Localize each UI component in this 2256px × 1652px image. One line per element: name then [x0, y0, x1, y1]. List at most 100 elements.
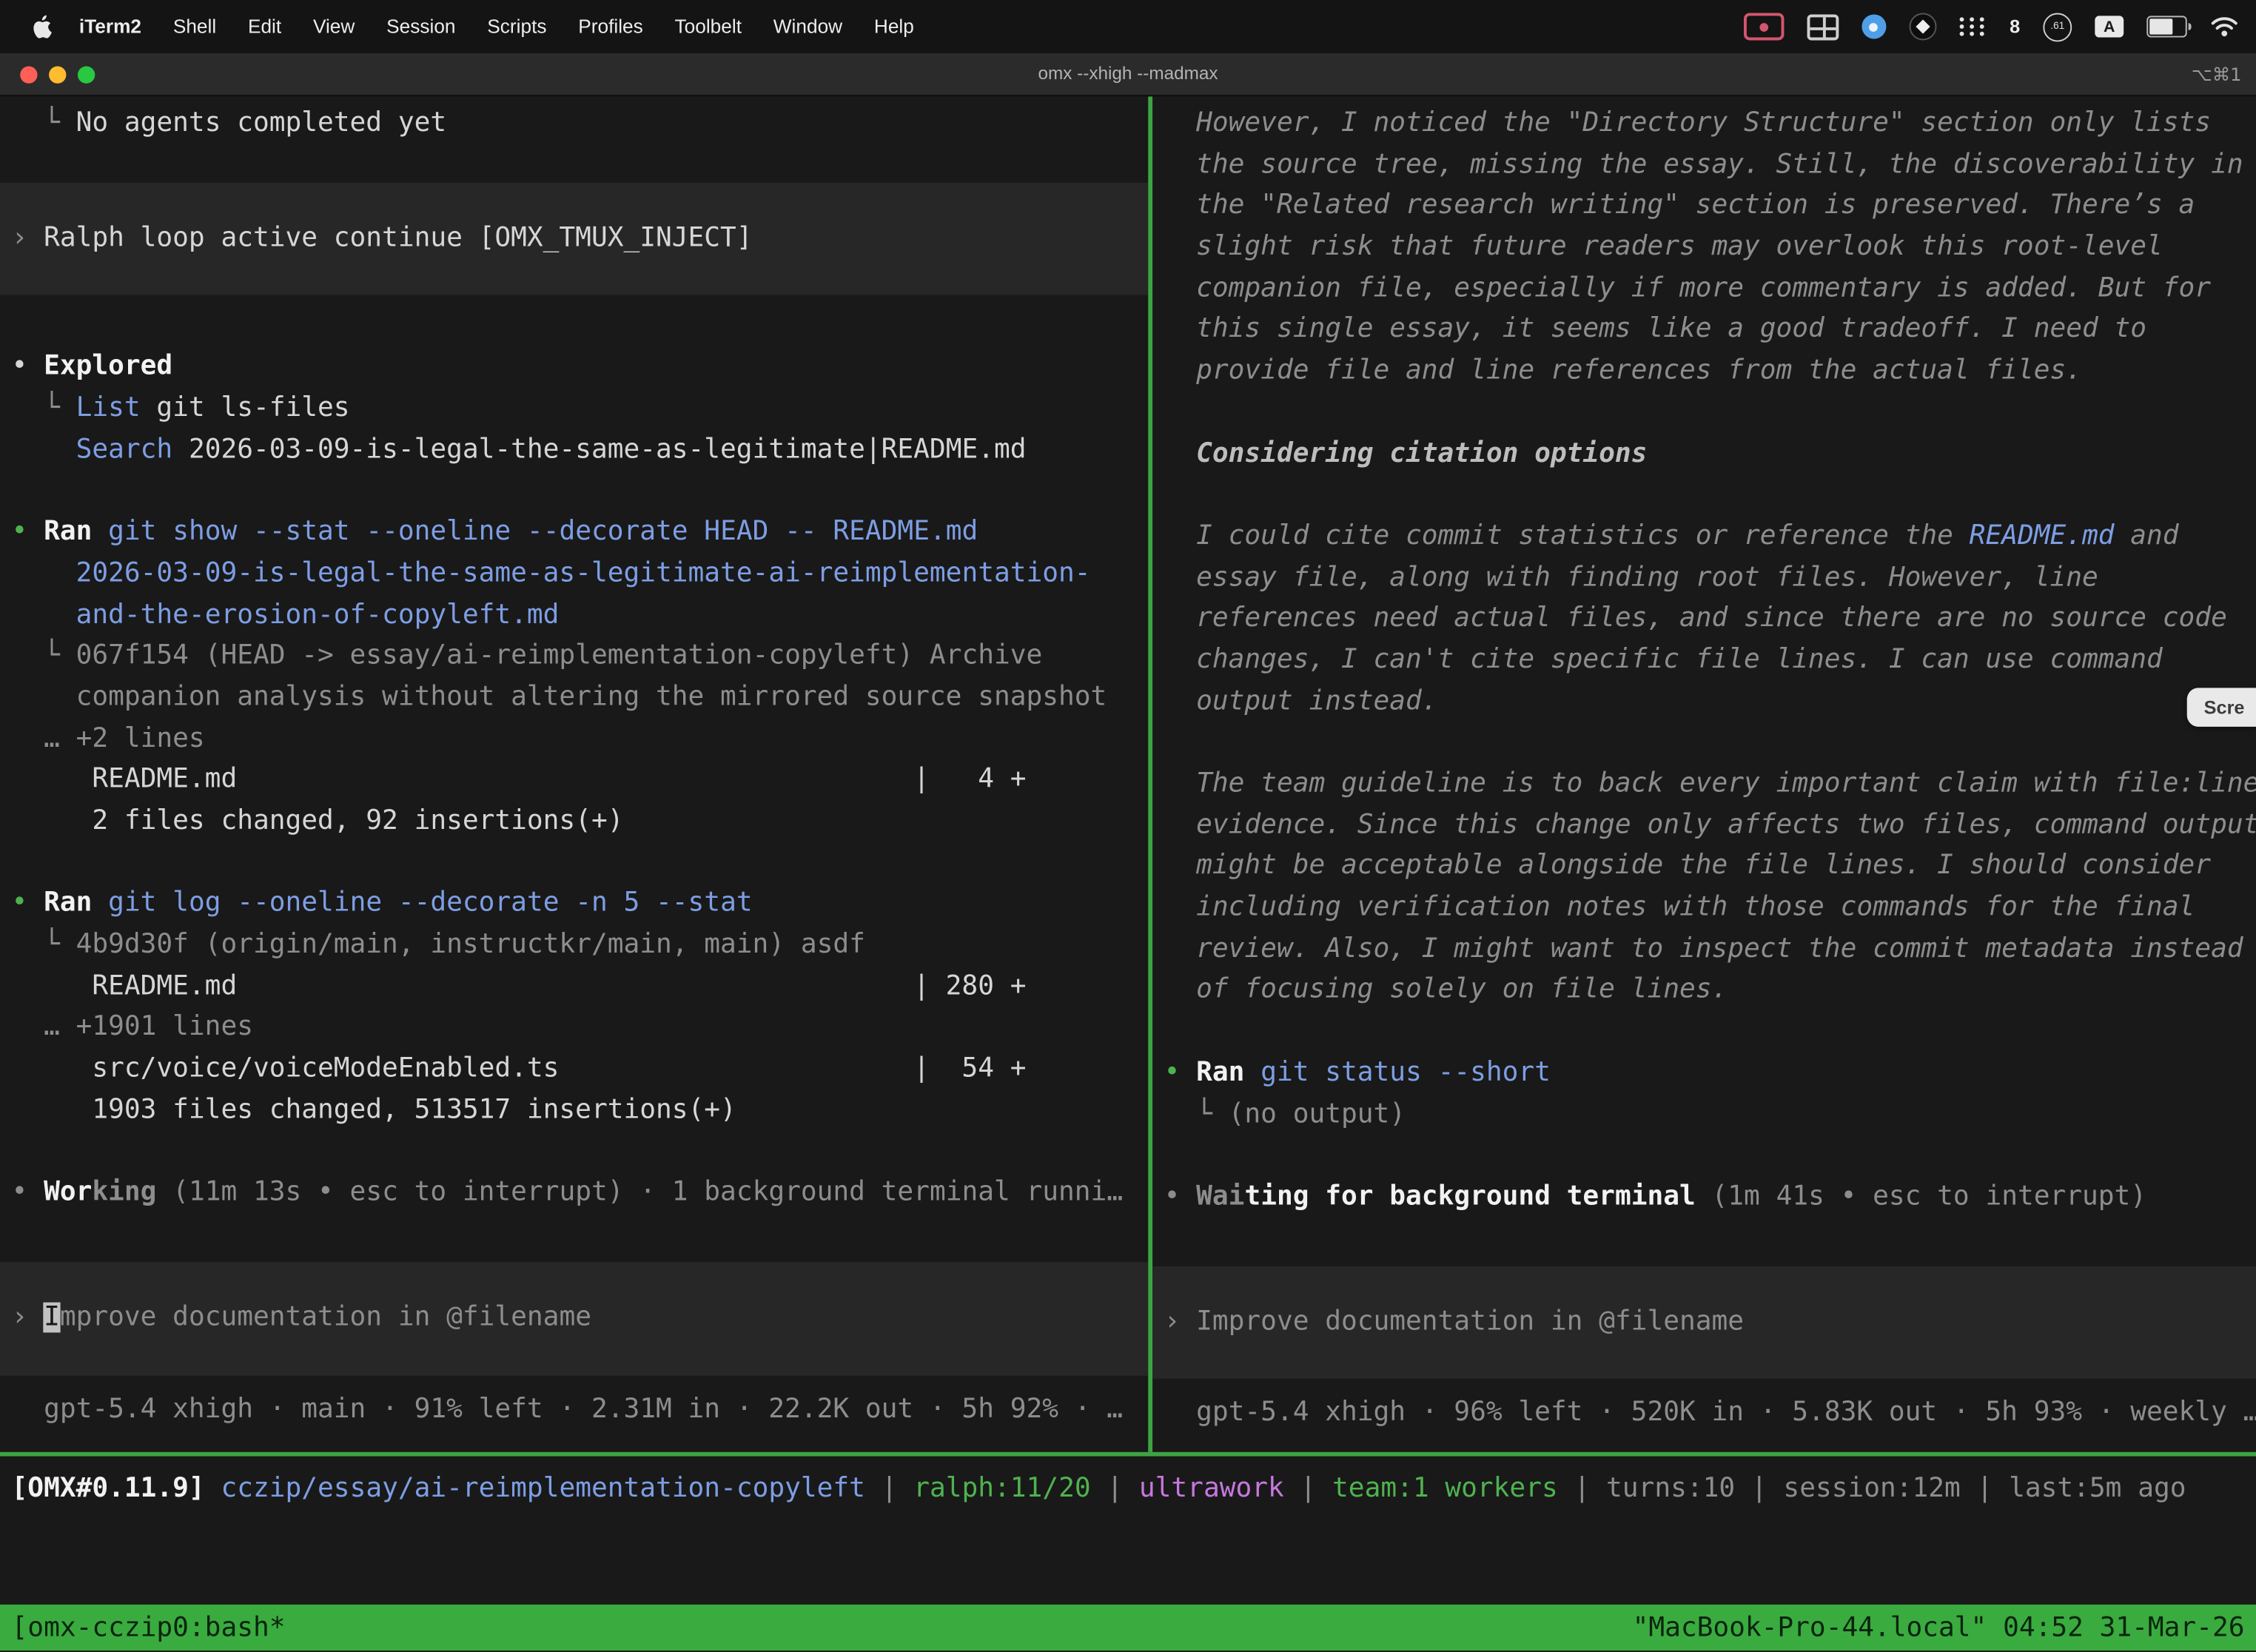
- text-segment: team:1 workers: [1332, 1474, 1558, 1504]
- menu-item-view[interactable]: View: [298, 16, 371, 37]
- terminal-line: and-the-erosion-of-copyleft.md: [12, 595, 1149, 637]
- text-segment: [205, 1474, 221, 1504]
- screen-share-indicator[interactable]: Scre: [2186, 688, 2256, 726]
- text-segment: src/voice/voiceModeEnabled.ts | 54 +: [12, 1053, 1027, 1084]
- text-segment: session:12m: [1783, 1474, 1960, 1504]
- menu-item-toolbelt[interactable]: Toolbelt: [659, 16, 757, 37]
- text-segment: git show --stat --oneline --decorate HEA…: [108, 517, 978, 547]
- menu-item-shell[interactable]: Shell: [157, 16, 232, 37]
- text-segment: README.md | 280 +: [12, 971, 1027, 1001]
- text-segment: (no output): [1229, 1098, 1406, 1129]
- terminal-line: └ (no output): [1164, 1095, 2256, 1136]
- terminal-line: … +2 lines: [12, 719, 1149, 760]
- blue-app-icon[interactable]: [1861, 14, 1886, 38]
- terminal-line: [12, 1132, 1149, 1173]
- menu-item-scripts[interactable]: Scripts: [471, 16, 563, 37]
- terminal-line: companion analysis without altering the …: [12, 678, 1149, 719]
- window-title-bar[interactable]: omx --xhigh --madmax ⌥⌘1: [0, 53, 2256, 96]
- menu-item-profiles[interactable]: Profiles: [563, 16, 659, 37]
- screen-recording-indicator[interactable]: [1744, 13, 1784, 40]
- window-shortcut-badge: ⌥⌘1: [2192, 53, 2242, 95]
- pane-status-line: gpt-5.4 xhigh · main · 91% left · 2.31M …: [12, 1389, 1149, 1431]
- terminal-line: README.md | 4 +: [12, 760, 1149, 802]
- terminal-line: • Ran git show --stat --oneline --decora…: [12, 512, 1149, 554]
- text-segment: provide file and line references from th…: [1164, 355, 2082, 386]
- left-terminal-pane[interactable]: └ No agents completed yet › Ralph loop ac…: [0, 96, 1148, 1452]
- text-segment: Ran: [1196, 1058, 1244, 1088]
- text-segment: Explored: [44, 352, 172, 382]
- text-segment: [12, 558, 76, 588]
- terminal-line: might be acceptable alongside the file l…: [1164, 847, 2256, 888]
- text-segment: └: [1164, 1098, 1229, 1129]
- terminal-line: gpt-5.4 xhigh · main · 91% left · 2.31M …: [12, 1389, 1149, 1431]
- terminal-line: └ 4b9d30f (origin/main, instructkr/main,…: [12, 925, 1149, 967]
- menu-item-session[interactable]: Session: [371, 16, 471, 37]
- terminal-line: Search 2026-03-09-is-legal-the-same-as-l…: [12, 430, 1149, 471]
- dark-app-icon[interactable]: [1909, 13, 1936, 40]
- text-segment: … +1901 lines: [12, 1013, 253, 1043]
- text-segment: ›: [1164, 1306, 1197, 1337]
- terminal-line: [12, 471, 1149, 513]
- terminal-line: the "Related research writing" section i…: [1164, 187, 2256, 228]
- ralph-loop-banner[interactable]: › Ralph loop active continue [OMX_TMUX_I…: [0, 182, 1148, 295]
- text-segment: •: [1164, 1058, 1197, 1088]
- text-segment: 4b9d30f (origin/main, instructkr/main, m…: [76, 930, 865, 960]
- text-segment: └: [12, 930, 76, 960]
- terminal-line: companion file, especially if more comme…: [1164, 269, 2256, 310]
- text-segment: [OMX#0.11.9]: [12, 1474, 205, 1504]
- battery-icon[interactable]: [2146, 16, 2186, 37]
- right-terminal-pane[interactable]: However, I noticed the "Directory Struct…: [1152, 96, 2256, 1452]
- input-source-icon[interactable]: A: [2095, 16, 2124, 37]
- text-segment: List: [76, 393, 141, 423]
- text-segment: 2 files changed, 92 insertions(+): [12, 806, 624, 836]
- terminal-line: evidence. Since this change only affects…: [1164, 805, 2256, 847]
- terminal-line: 2026-03-09-is-legal-the-same-as-legitima…: [12, 554, 1149, 595]
- menu-item-iterm2[interactable]: iTerm2: [64, 16, 158, 37]
- omx-status-area: [OMX#0.11.9] cczip/essay/ai-reimplementa…: [0, 1457, 2256, 1605]
- menu-item-edit[interactable]: Edit: [232, 16, 298, 37]
- terminal-line: [1164, 1012, 2256, 1053]
- text-segment: Improve documentation in @filename: [1196, 1306, 1744, 1337]
- text-segment: the source tree, missing the essay. Stil…: [1164, 150, 2243, 180]
- terminal-line: changes, I can't cite specific file line…: [1164, 640, 2256, 682]
- text-segment: (1m 41s • esc to interrupt): [1696, 1181, 2146, 1212]
- prompt-input[interactable]: › Improve documentation in @filename: [0, 1262, 1148, 1375]
- prompt-input[interactable]: › Improve documentation in @filename: [1152, 1266, 2256, 1379]
- omx-status-line: [OMX#0.11.9] cczip/essay/ai-reimplementa…: [0, 1457, 2256, 1504]
- gauge-icon[interactable]: .61: [2043, 13, 2072, 41]
- text-segment: cczip/essay/ai-reimplementation-copyleft: [221, 1474, 865, 1504]
- menu-item-window[interactable]: Window: [757, 16, 858, 37]
- text-segment: |: [1558, 1474, 1606, 1504]
- text-segment: └: [12, 108, 76, 138]
- menu-item-help[interactable]: Help: [859, 16, 930, 37]
- menu-items: iTerm2ShellEditViewSessionScriptsProfile…: [64, 16, 930, 37]
- screen: iTerm2ShellEditViewSessionScriptsProfile…: [0, 0, 2256, 1652]
- text-segment: Ralph loop active continue [OMX_TMUX_INJ…: [44, 223, 752, 253]
- apple-logo-icon: [32, 14, 52, 38]
- tmux-host-clock: "MacBook-Pro-44.local" 04:52 31-Mar-26: [1633, 1613, 2245, 1643]
- terminal-line: [12, 843, 1149, 884]
- tmux-session-label[interactable]: [omx-cczip0:bash*: [12, 1613, 286, 1643]
- text-segment: No agents completed yet: [76, 108, 447, 138]
- text-segment: [12, 434, 76, 465]
- text-segment: Considering citation options: [1164, 438, 1648, 469]
- apple-menu[interactable]: [32, 14, 52, 38]
- text-segment: Wor: [44, 1178, 92, 1208]
- window-manager-icon[interactable]: [1807, 13, 1839, 39]
- text-segment: evidence. Since this change only affects…: [1164, 810, 2256, 840]
- text-segment: gpt-5.4 xhigh · main · 91% left · 2.31M …: [12, 1394, 1124, 1424]
- terminal-line: … +1901 lines: [12, 1008, 1149, 1050]
- text-segment: I: [44, 1302, 60, 1332]
- text-segment: The team guideline is to back every impo…: [1164, 768, 2256, 799]
- text-segment: changes, I can't cite specific file line…: [1164, 645, 2163, 675]
- text-segment: |: [1961, 1474, 2009, 1504]
- text-segment: Ran: [44, 888, 92, 919]
- terminal-line: the source tree, missing the essay. Stil…: [1164, 145, 2256, 187]
- dots-grid-icon[interactable]: [1959, 17, 1987, 36]
- wifi-icon[interactable]: [2210, 16, 2239, 37]
- terminal-block: └ No agents completed yet: [12, 104, 1149, 145]
- text-segment: README.md | 4 +: [12, 765, 1027, 795]
- keycap-8-icon[interactable]: 8: [2010, 16, 2020, 37]
- terminal-line: output instead.: [1164, 682, 2256, 723]
- terminal-line: slight risk that future readers may over…: [1164, 227, 2256, 269]
